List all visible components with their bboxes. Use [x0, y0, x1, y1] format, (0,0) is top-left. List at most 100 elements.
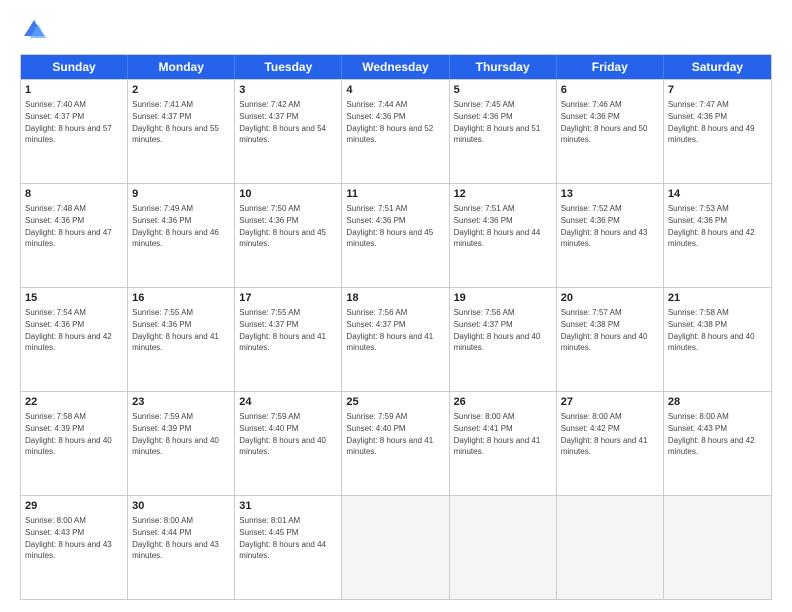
- day-number: 20: [561, 291, 659, 306]
- header-day-thursday: Thursday: [450, 55, 557, 79]
- cal-cell: 5Sunrise: 7:45 AMSunset: 4:36 PMDaylight…: [450, 80, 557, 183]
- cal-row-1: 1Sunrise: 7:40 AMSunset: 4:37 PMDaylight…: [21, 79, 771, 183]
- cal-cell: 6Sunrise: 7:46 AMSunset: 4:36 PMDaylight…: [557, 80, 664, 183]
- header-day-tuesday: Tuesday: [235, 55, 342, 79]
- cell-info: Sunrise: 7:53 AMSunset: 4:36 PMDaylight:…: [668, 203, 767, 249]
- cell-info: Sunrise: 7:45 AMSunset: 4:36 PMDaylight:…: [454, 99, 552, 145]
- cell-info: Sunrise: 8:00 AMSunset: 4:43 PMDaylight:…: [25, 515, 123, 561]
- cal-cell: 21Sunrise: 7:58 AMSunset: 4:38 PMDayligh…: [664, 288, 771, 391]
- cell-info: Sunrise: 7:50 AMSunset: 4:36 PMDaylight:…: [239, 203, 337, 249]
- day-number: 23: [132, 395, 230, 410]
- cell-info: Sunrise: 7:51 AMSunset: 4:36 PMDaylight:…: [454, 203, 552, 249]
- cal-cell: 16Sunrise: 7:55 AMSunset: 4:36 PMDayligh…: [128, 288, 235, 391]
- cell-info: Sunrise: 7:40 AMSunset: 4:37 PMDaylight:…: [25, 99, 123, 145]
- cal-cell: 1Sunrise: 7:40 AMSunset: 4:37 PMDaylight…: [21, 80, 128, 183]
- cal-cell: [450, 496, 557, 599]
- header-day-friday: Friday: [557, 55, 664, 79]
- calendar: SundayMondayTuesdayWednesdayThursdayFrid…: [20, 54, 772, 600]
- cell-info: Sunrise: 7:55 AMSunset: 4:37 PMDaylight:…: [239, 307, 337, 353]
- day-number: 11: [346, 187, 444, 202]
- cell-info: Sunrise: 8:00 AMSunset: 4:42 PMDaylight:…: [561, 411, 659, 457]
- day-number: 18: [346, 291, 444, 306]
- cell-info: Sunrise: 7:52 AMSunset: 4:36 PMDaylight:…: [561, 203, 659, 249]
- header-day-sunday: Sunday: [21, 55, 128, 79]
- cell-info: Sunrise: 7:58 AMSunset: 4:38 PMDaylight:…: [668, 307, 767, 353]
- day-number: 29: [25, 499, 123, 514]
- day-number: 17: [239, 291, 337, 306]
- day-number: 28: [668, 395, 767, 410]
- cell-info: Sunrise: 7:46 AMSunset: 4:36 PMDaylight:…: [561, 99, 659, 145]
- day-number: 27: [561, 395, 659, 410]
- day-number: 19: [454, 291, 552, 306]
- cal-cell: 2Sunrise: 7:41 AMSunset: 4:37 PMDaylight…: [128, 80, 235, 183]
- cell-info: Sunrise: 8:00 AMSunset: 4:44 PMDaylight:…: [132, 515, 230, 561]
- day-number: 8: [25, 187, 123, 202]
- cal-cell: 26Sunrise: 8:00 AMSunset: 4:41 PMDayligh…: [450, 392, 557, 495]
- day-number: 14: [668, 187, 767, 202]
- cell-info: Sunrise: 7:57 AMSunset: 4:38 PMDaylight:…: [561, 307, 659, 353]
- cal-cell: 3Sunrise: 7:42 AMSunset: 4:37 PMDaylight…: [235, 80, 342, 183]
- cal-row-4: 22Sunrise: 7:58 AMSunset: 4:39 PMDayligh…: [21, 391, 771, 495]
- day-number: 9: [132, 187, 230, 202]
- cell-info: Sunrise: 7:56 AMSunset: 4:37 PMDaylight:…: [346, 307, 444, 353]
- cal-row-2: 8Sunrise: 7:48 AMSunset: 4:36 PMDaylight…: [21, 183, 771, 287]
- day-number: 7: [668, 83, 767, 98]
- cell-info: Sunrise: 7:47 AMSunset: 4:36 PMDaylight:…: [668, 99, 767, 145]
- day-number: 1: [25, 83, 123, 98]
- day-number: 6: [561, 83, 659, 98]
- cell-info: Sunrise: 7:56 AMSunset: 4:37 PMDaylight:…: [454, 307, 552, 353]
- cell-info: Sunrise: 7:51 AMSunset: 4:36 PMDaylight:…: [346, 203, 444, 249]
- page: SundayMondayTuesdayWednesdayThursdayFrid…: [0, 0, 792, 612]
- cal-cell: 13Sunrise: 7:52 AMSunset: 4:36 PMDayligh…: [557, 184, 664, 287]
- header: [20, 16, 772, 44]
- cal-row-3: 15Sunrise: 7:54 AMSunset: 4:36 PMDayligh…: [21, 287, 771, 391]
- cal-cell: 20Sunrise: 7:57 AMSunset: 4:38 PMDayligh…: [557, 288, 664, 391]
- cell-info: Sunrise: 7:58 AMSunset: 4:39 PMDaylight:…: [25, 411, 123, 457]
- cal-cell: 22Sunrise: 7:58 AMSunset: 4:39 PMDayligh…: [21, 392, 128, 495]
- logo: [20, 16, 52, 44]
- cell-info: Sunrise: 7:59 AMSunset: 4:40 PMDaylight:…: [346, 411, 444, 457]
- cal-cell: 18Sunrise: 7:56 AMSunset: 4:37 PMDayligh…: [342, 288, 449, 391]
- cell-info: Sunrise: 7:49 AMSunset: 4:36 PMDaylight:…: [132, 203, 230, 249]
- day-number: 22: [25, 395, 123, 410]
- logo-icon: [20, 16, 48, 44]
- cal-cell: 23Sunrise: 7:59 AMSunset: 4:39 PMDayligh…: [128, 392, 235, 495]
- cell-info: Sunrise: 8:00 AMSunset: 4:41 PMDaylight:…: [454, 411, 552, 457]
- cal-cell: 24Sunrise: 7:59 AMSunset: 4:40 PMDayligh…: [235, 392, 342, 495]
- cal-cell: 8Sunrise: 7:48 AMSunset: 4:36 PMDaylight…: [21, 184, 128, 287]
- day-number: 5: [454, 83, 552, 98]
- cal-cell: 17Sunrise: 7:55 AMSunset: 4:37 PMDayligh…: [235, 288, 342, 391]
- header-day-wednesday: Wednesday: [342, 55, 449, 79]
- cell-info: Sunrise: 7:59 AMSunset: 4:39 PMDaylight:…: [132, 411, 230, 457]
- day-number: 15: [25, 291, 123, 306]
- day-number: 31: [239, 499, 337, 514]
- day-number: 30: [132, 499, 230, 514]
- cell-info: Sunrise: 7:48 AMSunset: 4:36 PMDaylight:…: [25, 203, 123, 249]
- cal-cell: 29Sunrise: 8:00 AMSunset: 4:43 PMDayligh…: [21, 496, 128, 599]
- calendar-body: 1Sunrise: 7:40 AMSunset: 4:37 PMDaylight…: [21, 79, 771, 599]
- cal-row-5: 29Sunrise: 8:00 AMSunset: 4:43 PMDayligh…: [21, 495, 771, 599]
- day-number: 13: [561, 187, 659, 202]
- cal-cell: 12Sunrise: 7:51 AMSunset: 4:36 PMDayligh…: [450, 184, 557, 287]
- cal-cell: 30Sunrise: 8:00 AMSunset: 4:44 PMDayligh…: [128, 496, 235, 599]
- cal-cell: 27Sunrise: 8:00 AMSunset: 4:42 PMDayligh…: [557, 392, 664, 495]
- cal-cell: 10Sunrise: 7:50 AMSunset: 4:36 PMDayligh…: [235, 184, 342, 287]
- cal-cell: [664, 496, 771, 599]
- header-day-monday: Monday: [128, 55, 235, 79]
- day-number: 4: [346, 83, 444, 98]
- cell-info: Sunrise: 7:59 AMSunset: 4:40 PMDaylight:…: [239, 411, 337, 457]
- day-number: 16: [132, 291, 230, 306]
- day-number: 10: [239, 187, 337, 202]
- calendar-header: SundayMondayTuesdayWednesdayThursdayFrid…: [21, 55, 771, 79]
- cal-cell: 28Sunrise: 8:00 AMSunset: 4:43 PMDayligh…: [664, 392, 771, 495]
- cal-cell: 11Sunrise: 7:51 AMSunset: 4:36 PMDayligh…: [342, 184, 449, 287]
- cell-info: Sunrise: 7:41 AMSunset: 4:37 PMDaylight:…: [132, 99, 230, 145]
- cell-info: Sunrise: 8:01 AMSunset: 4:45 PMDaylight:…: [239, 515, 337, 561]
- cal-cell: 19Sunrise: 7:56 AMSunset: 4:37 PMDayligh…: [450, 288, 557, 391]
- day-number: 3: [239, 83, 337, 98]
- cal-cell: 25Sunrise: 7:59 AMSunset: 4:40 PMDayligh…: [342, 392, 449, 495]
- cal-cell: 14Sunrise: 7:53 AMSunset: 4:36 PMDayligh…: [664, 184, 771, 287]
- day-number: 12: [454, 187, 552, 202]
- header-day-saturday: Saturday: [664, 55, 771, 79]
- cal-cell: [557, 496, 664, 599]
